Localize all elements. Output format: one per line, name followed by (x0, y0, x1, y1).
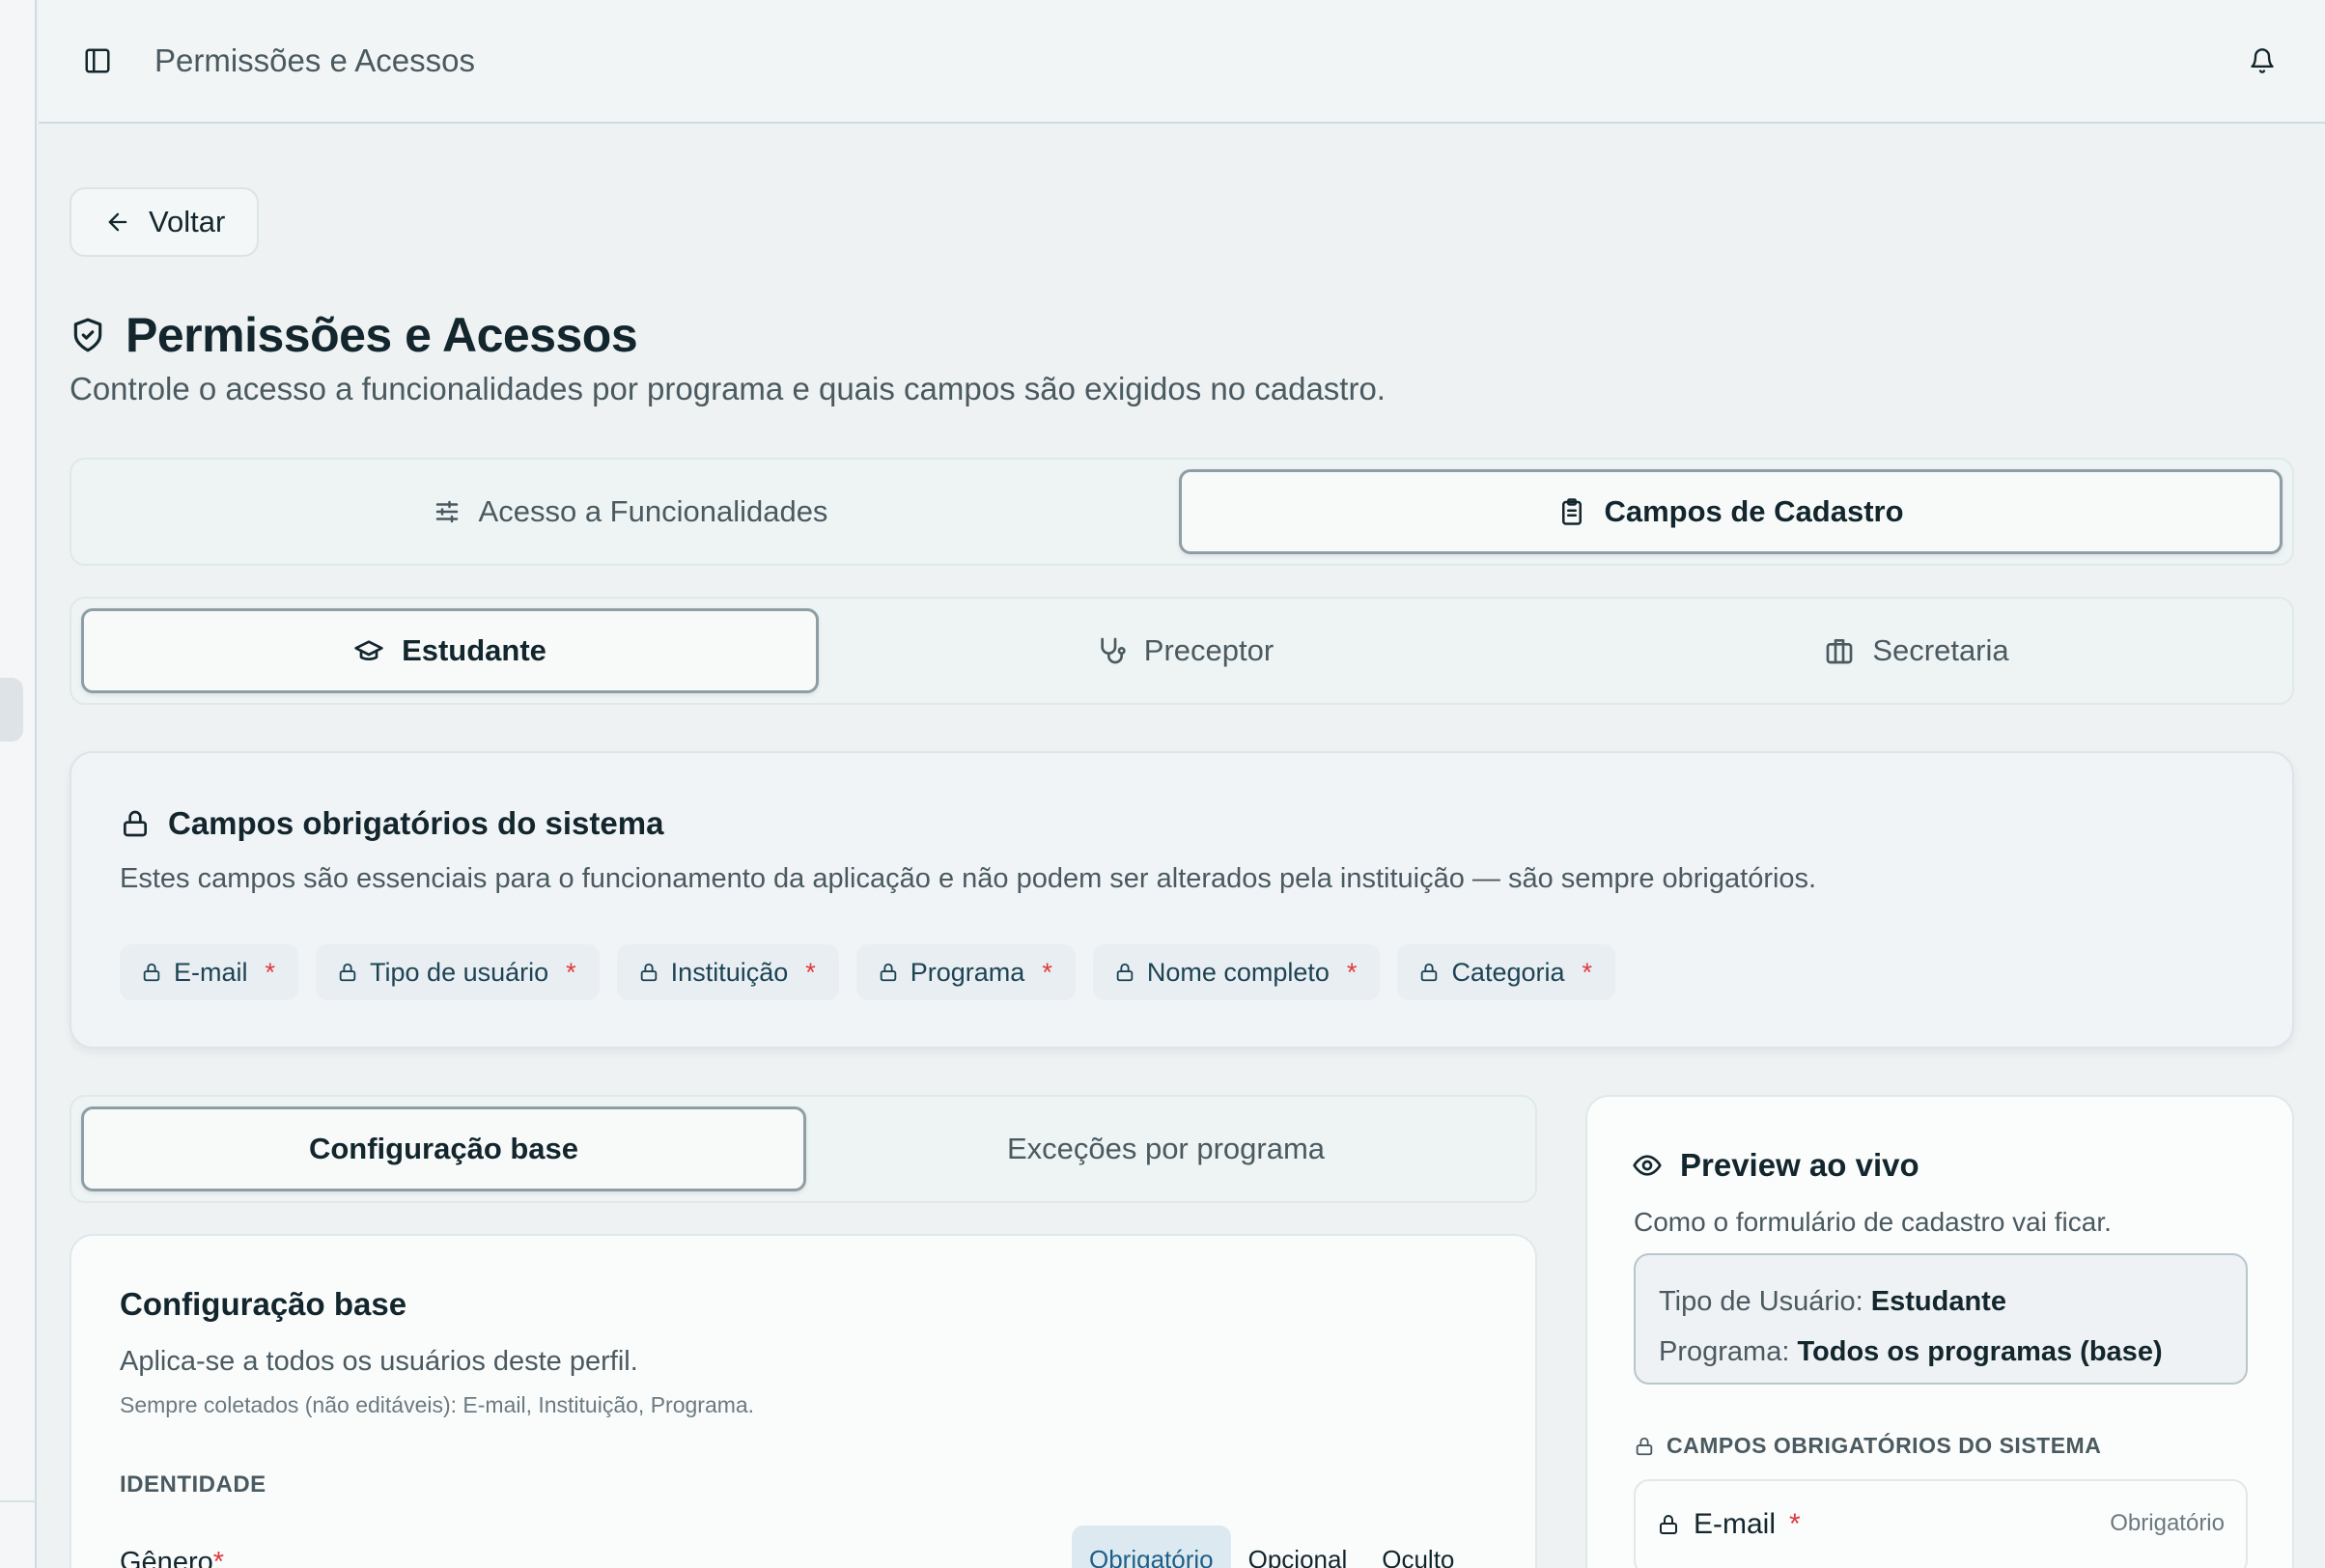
lock-icon (638, 962, 659, 983)
tab-excecoes-programa[interactable]: Exceções por programa (806, 1106, 1526, 1191)
back-button-label: Voltar (149, 205, 226, 238)
preview-user-type: Tipo de Usuário: Estudante (1659, 1276, 2223, 1327)
tab-label: Exceções por programa (1006, 1132, 1326, 1165)
chip-label: E-mail (174, 957, 248, 987)
tab-label: Configuração base (308, 1132, 579, 1165)
program-label: Programa: (1659, 1336, 1790, 1367)
chip-label: Nome completo (1146, 957, 1330, 987)
system-fields-title: Campos obrigatórios do sistema (168, 805, 664, 841)
system-fields-chips: E-mail * Tipo de usuário * Instituição *… (120, 944, 1616, 1000)
config-tabs: Configuração base Exceções por programa (70, 1095, 1537, 1203)
config-always-collected: Sempre coletados (não editáveis): E-mail… (120, 1392, 755, 1417)
system-fields-description: Estes campos são essenciais para o funci… (120, 863, 1817, 894)
tab-label: Estudante (402, 633, 546, 667)
chip-label: Tipo de usuário (370, 957, 549, 987)
field-chip: Nome completo * (1092, 944, 1381, 1000)
required-asterisk: * (1582, 957, 1593, 987)
preview-section-label: CAMPOS OBRIGATÓRIOS DO SISTEMA (1667, 1433, 2102, 1458)
tab-estudante[interactable]: Estudante (81, 608, 819, 693)
lock-icon (1114, 962, 1135, 983)
option-obrigatorio[interactable]: Obrigatório (1072, 1526, 1231, 1568)
option-oculto[interactable]: Oculto (1364, 1526, 1471, 1568)
rail-divider (0, 1500, 37, 1502)
tab-label: Secretaria (1872, 633, 2009, 667)
base-config-card: Configuração base Aplica-se a todos os u… (70, 1234, 1537, 1568)
back-button[interactable]: Voltar (70, 187, 259, 257)
field-chip: E-mail * (120, 944, 299, 1000)
required-asterisk: * (265, 957, 276, 987)
required-asterisk: * (1346, 957, 1358, 987)
briefcase-icon (1824, 635, 1855, 666)
required-asterisk: * (805, 957, 816, 987)
preview-header: Preview ao vivo (1632, 1147, 1919, 1184)
preview-description: Como o formulário de cadastro vai ficar. (1634, 1207, 2112, 1237)
section-heading-identidade: IDENTIDADE (120, 1471, 266, 1498)
config-title: Configuração base (120, 1286, 407, 1322)
eye-icon (1632, 1150, 1663, 1181)
required-asterisk: * (566, 957, 576, 987)
chip-label: Programa (910, 957, 1025, 987)
tab-label: Preceptor (1143, 633, 1275, 667)
tab-acesso-funcionalidades[interactable]: Acesso a Funcionalidades (81, 469, 1179, 554)
preview-title: Preview ao vivo (1680, 1147, 1919, 1183)
field-chip: Programa * (855, 944, 1076, 1000)
preview-section-heading: CAMPOS OBRIGATÓRIOS DO SISTEMA (1634, 1433, 2101, 1459)
shield-check-icon (70, 317, 106, 353)
sidebar-toggle-icon[interactable] (81, 44, 114, 77)
topbar-title: Permissões e Acessos (154, 42, 475, 78)
tab-campos-cadastro[interactable]: Campos de Cadastro (1179, 469, 2283, 554)
lock-icon (1418, 962, 1440, 983)
lock-icon (337, 962, 358, 983)
tab-secretaria[interactable]: Secretaria (1551, 608, 2283, 693)
user-type-value: Estudante (1870, 1286, 2006, 1317)
lock-icon (141, 962, 162, 983)
field-chip: Instituição * (616, 944, 839, 1000)
tab-label: Acesso a Funcionalidades (478, 494, 828, 528)
system-fields-header: Campos obrigatórios do sistema (120, 805, 663, 842)
field-chip: Tipo de usuário * (316, 944, 600, 1000)
live-preview-card: Preview ao vivo Como o formulário de cad… (1585, 1095, 2294, 1568)
required-asterisk: * (1042, 957, 1052, 987)
program-value: Todos os programas (base) (1797, 1336, 2163, 1367)
genero-requirement-options: Obrigatório Opcional Oculto (1072, 1526, 1471, 1568)
lock-icon (120, 808, 151, 839)
page-title: Permissões e Acessos (70, 307, 638, 363)
sliders-icon (433, 497, 462, 526)
graduation-cap-icon (353, 635, 384, 666)
lock-icon (878, 962, 899, 983)
lock-icon (1657, 1513, 1680, 1536)
preview-context-box: Tipo de Usuário: Estudante Programa: Tod… (1634, 1253, 2248, 1385)
preview-field-status: Obrigatório (2110, 1510, 2225, 1536)
field-name-text: E-mail (1694, 1508, 1777, 1540)
option-opcional[interactable]: Opcional (1231, 1526, 1365, 1568)
preview-field-name: E-mail * (1657, 1508, 1801, 1541)
required-asterisk: * (1789, 1508, 1801, 1540)
config-applies-text: Aplica-se a todos os usuários deste perf… (120, 1346, 638, 1377)
main-tabs: Acesso a Funcionalidades Campos de Cadas… (70, 458, 2294, 566)
top-bar: Permissões e Acessos (39, 0, 2325, 124)
field-chip: Categoria * (1397, 944, 1616, 1000)
chip-label: Instituição (670, 957, 789, 987)
lock-icon (1634, 1436, 1655, 1457)
arrow-left-icon (104, 209, 131, 236)
tab-preceptor[interactable]: Preceptor (819, 608, 1551, 693)
bell-icon[interactable] (2246, 44, 2279, 77)
field-label-genero: Gênero* (120, 1547, 224, 1568)
user-type-label: Tipo de Usuário: (1659, 1286, 1863, 1317)
clipboard-icon (1557, 497, 1586, 526)
left-rail (0, 0, 37, 1568)
tab-label: Campos de Cadastro (1604, 494, 1904, 528)
required-asterisk: * (212, 1547, 225, 1568)
tab-configuracao-base[interactable]: Configuração base (81, 1106, 806, 1191)
rail-handle[interactable] (0, 678, 23, 742)
preview-field-email: E-mail * Obrigatório (1634, 1479, 2248, 1568)
stethoscope-icon (1096, 635, 1127, 666)
chip-label: Categoria (1451, 957, 1565, 987)
page-subtitle: Controle o acesso a funcionalidades por … (70, 371, 1386, 406)
preview-program: Programa: Todos os programas (base) (1659, 1327, 2223, 1377)
field-label-text: Gênero (120, 1547, 213, 1568)
page-heading: Permissões e Acessos (126, 308, 638, 362)
role-tabs: Estudante Preceptor Secretaria (70, 597, 2294, 705)
system-fields-card: Campos obrigatórios do sistema Estes cam… (70, 751, 2294, 1049)
